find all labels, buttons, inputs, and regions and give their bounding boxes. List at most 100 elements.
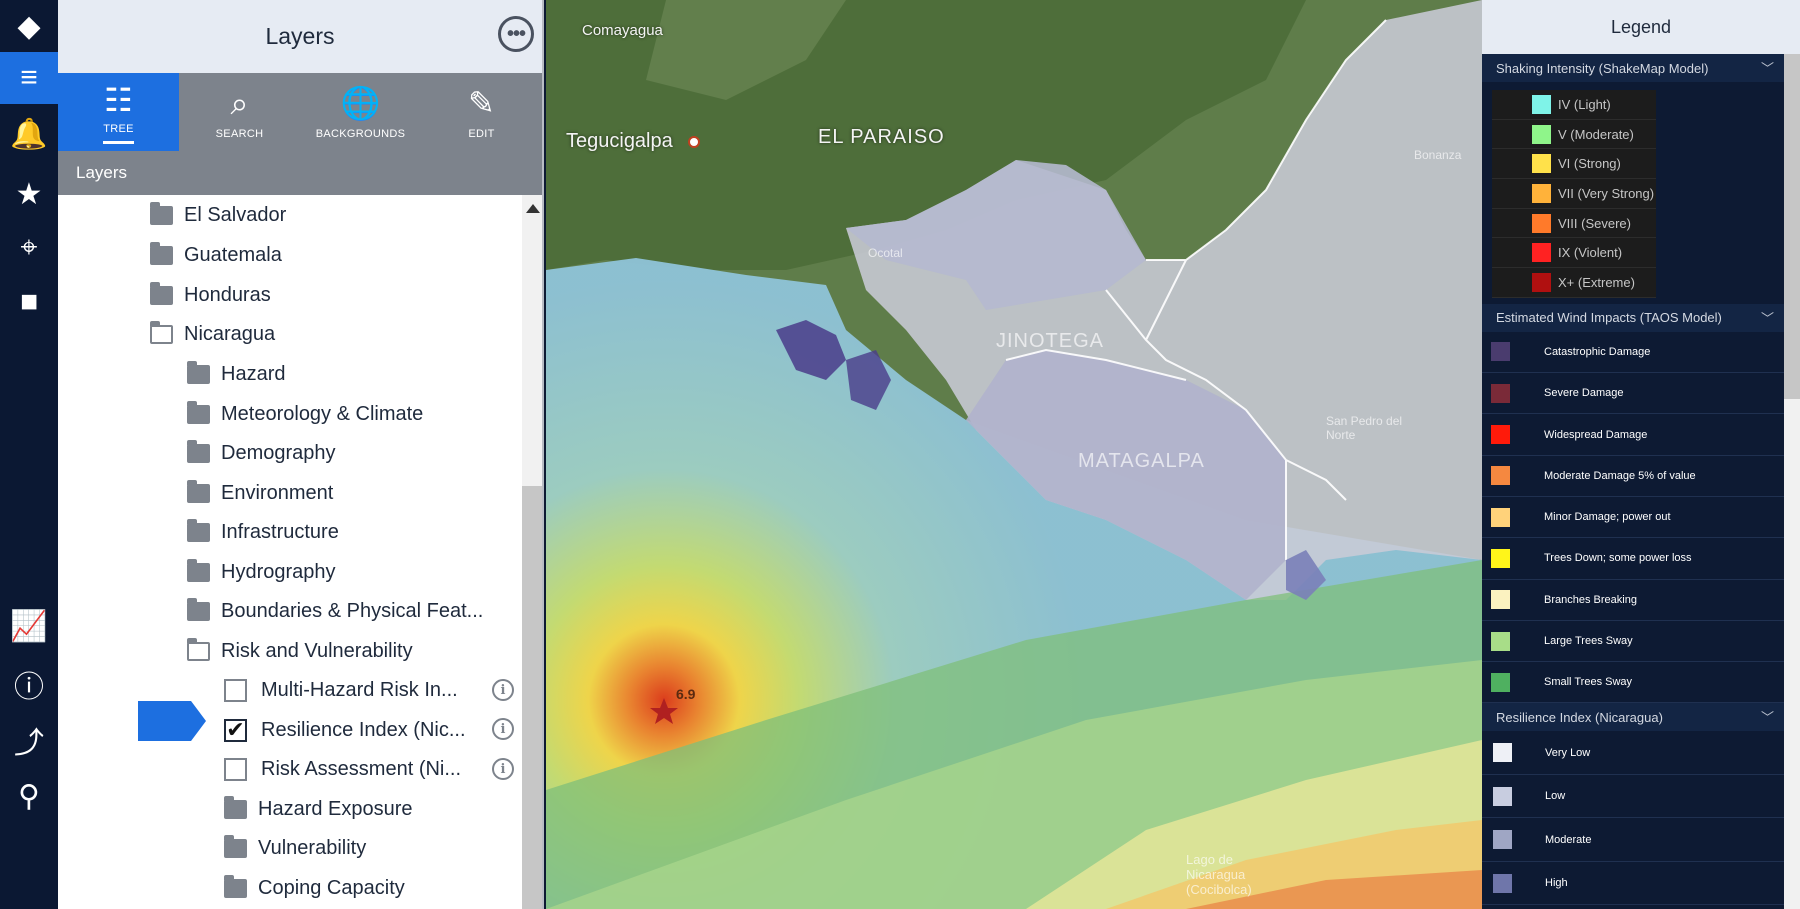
layer-tree: El Salvador Guatemala Honduras Nicaragua… <box>58 195 520 909</box>
legend-label: Large Trees Sway <box>1544 635 1633 648</box>
tree-layer-multi-hazard[interactable]: Multi-Hazard Risk In... <box>224 670 458 710</box>
layer-checkbox[interactable] <box>224 678 247 702</box>
info-glyph: i <box>500 761 506 777</box>
bell-alert-icon[interactable]: 🔔 <box>0 108 58 160</box>
tree-folder-hazard[interactable]: Hazard <box>187 354 285 394</box>
legend-label: Minor Damage; power out <box>1544 511 1671 524</box>
legend-label: Moderate <box>1545 833 1592 846</box>
legend-swatch <box>1532 272 1551 292</box>
location-pin-icon[interactable]: ⌖ <box>0 222 58 274</box>
panel-tabs: ☷ TREE ⌕ SEARCH 🌐 BACKGROUNDS ✎ EDIT <box>58 73 542 151</box>
folder-icon <box>224 795 247 819</box>
tab-edit[interactable]: ✎ EDIT <box>421 73 542 151</box>
legend-label: High <box>1545 877 1568 890</box>
legend-section-wind[interactable]: Estimated Wind Impacts (TAOS Model) ﹀ <box>1482 303 1800 332</box>
star-icon[interactable]: ★ <box>0 168 58 220</box>
info-icon[interactable]: i <box>492 758 514 780</box>
folder-icon <box>187 558 210 582</box>
tree-scroll-thumb[interactable] <box>522 486 542 909</box>
legend-swatch <box>1532 154 1551 174</box>
folder-icon <box>224 834 247 858</box>
legend-swatch <box>1493 786 1512 806</box>
legend-swatch <box>1491 342 1510 362</box>
layer-checkbox[interactable] <box>224 757 247 781</box>
tree-label: Meteorology & Climate <box>221 402 424 425</box>
map-label-matagalpa: MATAGALPA <box>1078 450 1205 472</box>
info-icon[interactable]: i <box>492 718 514 740</box>
tree-layer-resilience-index[interactable]: ✔ Resilience Index (Nic... <box>224 710 466 750</box>
tab-tree[interactable]: ☷ TREE <box>58 73 179 151</box>
tree-folder-environment[interactable]: Environment <box>187 473 333 513</box>
legend-swatch <box>1532 213 1551 233</box>
tree-folder-nicaragua[interactable]: Nicaragua <box>150 314 275 354</box>
map-view[interactable]: Comayagua Tegucigalpa EL PARAISO JINOTEG… <box>546 0 1482 909</box>
scroll-up-arrow-icon[interactable] <box>526 204 540 213</box>
map-label-lago: Lago de Nicaragua (Cocibolca) <box>1186 852 1252 897</box>
map-label-bonanza: Bonanza <box>1414 148 1462 162</box>
route-icon[interactable]: ⤴ <box>0 714 58 766</box>
tree-folder-risk-vulnerability[interactable]: Risk and Vulnerability <box>187 631 413 671</box>
legend-swatch <box>1493 830 1512 850</box>
tree-folder-guatemala[interactable]: Guatemala <box>150 235 282 275</box>
tree-folder-hazard-exposure[interactable]: Hazard Exposure <box>224 789 413 829</box>
tree-label: Honduras <box>184 283 271 306</box>
more-options-button[interactable]: ••• <box>498 16 534 52</box>
legend-label: Small Trees Sway <box>1544 676 1633 689</box>
map-label-jinotega: JINOTEGA <box>996 330 1105 352</box>
legend-title: Legend <box>1482 0 1800 54</box>
legend-label: VII (Very Strong) <box>1558 185 1655 201</box>
section-header: Layers <box>58 151 542 195</box>
tab-backgrounds[interactable]: 🌐 BACKGROUNDS <box>300 73 421 151</box>
legend-swatch <box>1491 672 1510 692</box>
map-label-san-pedro: San Pedro del Norte <box>1326 414 1403 442</box>
city-marker-icon[interactable] <box>688 136 700 148</box>
video-camera-icon[interactable]: ■ <box>0 276 58 328</box>
legend-section-shaking[interactable]: Shaking Intensity (ShakeMap Model) ﹀ <box>1482 54 1800 82</box>
wind-legend-list: Catastrophic Damage Severe Damage Widesp… <box>1482 332 1800 704</box>
legend-label: V (Moderate) <box>1558 126 1634 142</box>
legend-label: IX (Violent) <box>1558 245 1623 261</box>
legend-label: Branches Breaking <box>1544 593 1637 606</box>
chevron-down-icon[interactable]: ﹀ <box>1761 58 1774 77</box>
tab-search[interactable]: ⌕ SEARCH <box>179 73 300 151</box>
tree-folder-honduras[interactable]: Honduras <box>150 275 271 315</box>
tree-label: Vulnerability <box>258 836 367 859</box>
info-icon[interactable]: ⓘ <box>0 658 58 710</box>
folder-icon <box>150 241 173 265</box>
legend-swatch <box>1493 873 1512 893</box>
tree-label: Boundaries & Physical Feat... <box>221 599 484 622</box>
chevron-down-icon[interactable]: ﹀ <box>1761 707 1774 726</box>
panel-header: Layers ••• <box>58 0 542 73</box>
tree-folder-meteorology[interactable]: Meteorology & Climate <box>187 394 423 434</box>
map-label-el-paraiso: EL PARAISO <box>818 126 945 148</box>
chart-icon[interactable]: 📈 <box>0 600 58 652</box>
map-marker-icon[interactable]: ⚲ <box>0 770 58 822</box>
folder-icon <box>187 479 210 503</box>
tree-folder-hydrography[interactable]: Hydrography <box>187 552 336 592</box>
tree-folder-boundaries[interactable]: Boundaries & Physical Feat... <box>187 591 483 631</box>
layer-checkbox[interactable]: ✔ <box>224 717 247 742</box>
tree-folder-el-salvador[interactable]: El Salvador <box>150 195 286 235</box>
legend-item: Trees Down; some power loss <box>1482 538 1800 580</box>
info-glyph: i <box>500 682 506 698</box>
tab-label: TREE <box>103 123 134 144</box>
legend-swatch <box>1491 507 1510 527</box>
tab-label: SEARCH <box>215 128 264 140</box>
folder-icon <box>224 874 247 898</box>
tree-layer-risk-assessment[interactable]: Risk Assessment (Ni... <box>224 749 461 789</box>
tree-label: Hydrography <box>221 560 336 583</box>
tree-folder-demography[interactable]: Demography <box>187 433 336 473</box>
alert-diamond-icon[interactable]: ◆ <box>0 0 58 52</box>
legend-item: Severe Damage <box>1482 373 1800 415</box>
chevron-down-icon[interactable]: ﹀ <box>1761 308 1774 327</box>
legend-panel: Legend Shaking Intensity (ShakeMap Model… <box>1482 0 1800 909</box>
tree-folder-coping-capacity[interactable]: Coping Capacity <box>224 868 405 908</box>
info-icon[interactable]: i <box>492 679 514 701</box>
tree-folder-infrastructure[interactable]: Infrastructure <box>187 512 339 552</box>
legend-scroll-thumb[interactable] <box>1784 54 1800 399</box>
legend-section-resilience[interactable]: Resilience Index (Nicaragua) ﹀ <box>1482 703 1800 732</box>
legend-item: IV (Light) <box>1492 90 1656 120</box>
layers-stack-icon[interactable]: ≡ <box>0 52 58 104</box>
legend-item: V (Moderate) <box>1492 120 1656 150</box>
tree-folder-vulnerability[interactable]: Vulnerability <box>224 828 366 868</box>
